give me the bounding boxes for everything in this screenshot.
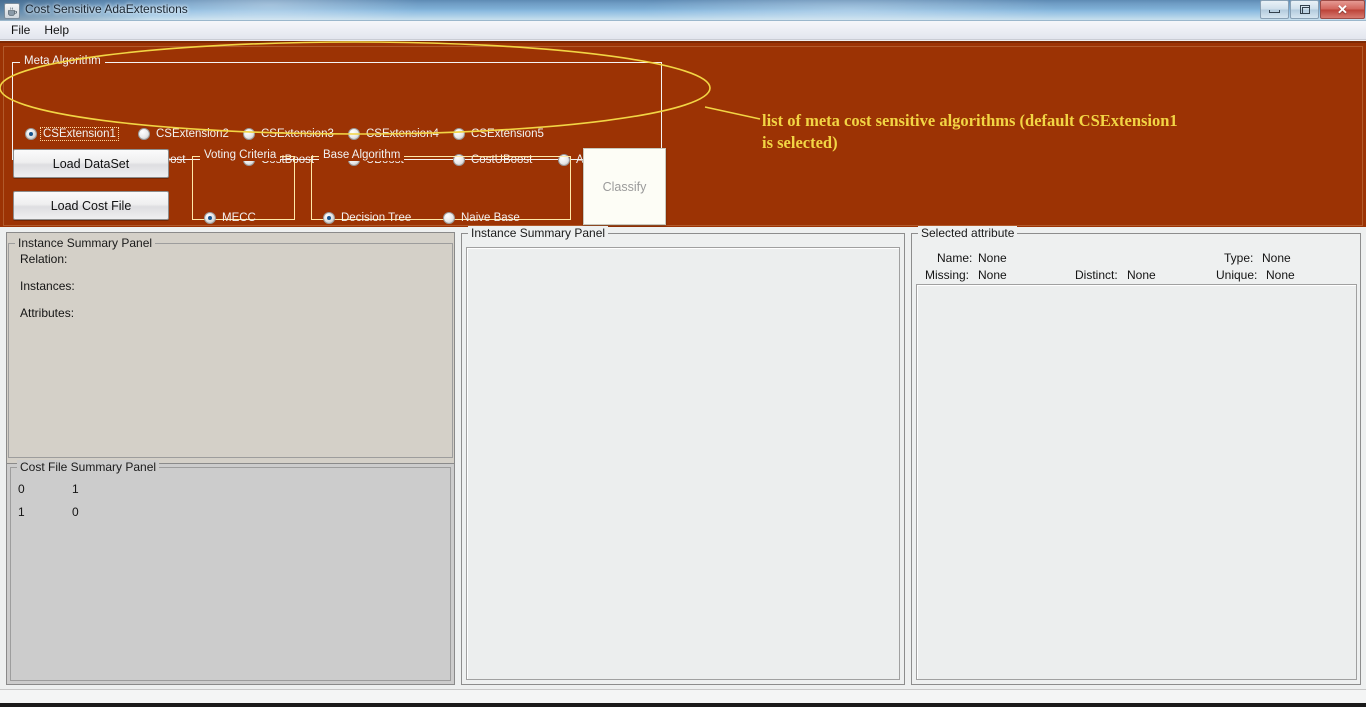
- restore-button[interactable]: [1290, 0, 1319, 19]
- menu-item-help[interactable]: Help: [37, 22, 76, 38]
- radio-dot-icon: [348, 128, 360, 140]
- attr-unique-label: Unique:: [1216, 268, 1258, 282]
- selected-attribute-content-area[interactable]: [916, 284, 1357, 680]
- radio-label: Naive Base: [461, 212, 520, 224]
- window-controls: ✕: [1259, 0, 1365, 19]
- cost-matrix-cell-0-1: 1: [72, 482, 79, 496]
- load-dataset-button[interactable]: Load DataSet: [13, 149, 169, 178]
- selected-attribute-group-title: Selected attribute: [918, 226, 1018, 240]
- window-title: Cost Sensitive AdaExtenstions: [25, 2, 188, 16]
- attr-name-label: Name:: [937, 251, 973, 265]
- radio-dot-icon: [323, 212, 335, 224]
- classify-button[interactable]: Classify: [583, 148, 666, 225]
- radio-decision-tree[interactable]: Decision Tree: [323, 212, 411, 224]
- radio-dot-icon: [25, 128, 37, 140]
- instances-label: Instances:: [20, 279, 75, 293]
- application-window: Cost Sensitive AdaExtenstions ✕ File Hel…: [0, 0, 1366, 707]
- attr-name-value: None: [978, 251, 1007, 265]
- cost-file-summary-group: Cost File Summary Panel: [10, 460, 451, 681]
- meta-algorithm-group-title: Meta Algorithm: [20, 55, 105, 67]
- radio-label: CSExtension1: [40, 127, 119, 141]
- attr-missing-label: Missing:: [925, 268, 970, 282]
- load-cost-file-button[interactable]: Load Cost File: [13, 191, 169, 220]
- radio-csextension1[interactable]: CSExtension1: [25, 127, 130, 141]
- lower-area: Instance Summary Panel Relation: Instanc…: [0, 226, 1366, 707]
- radio-naive-base[interactable]: Naive Base: [443, 212, 520, 224]
- radio-csextension3[interactable]: CSExtension3: [243, 128, 348, 140]
- meta-algorithm-group: Meta Algorithm: [12, 55, 662, 160]
- radio-dot-icon: [453, 128, 465, 140]
- titlebar-glow-right: [640, 0, 1060, 20]
- radio-csextension5[interactable]: CSExtension5: [453, 128, 558, 140]
- annotation-text: list of meta cost sensitive algorithms (…: [762, 111, 1178, 152]
- attr-type-value: None: [1262, 251, 1291, 265]
- radio-dot-icon: [443, 212, 455, 224]
- attributes-label: Attributes:: [20, 306, 75, 320]
- base-algorithm-group: Base Algorithm: [311, 149, 571, 220]
- instance-summary-group-title: Instance Summary Panel: [15, 236, 156, 250]
- radio-label: CSExtension2: [156, 128, 229, 140]
- cost-matrix-cell-0-0: 0: [18, 482, 25, 496]
- radio-label: CSExtension4: [366, 128, 439, 140]
- middle-content-area[interactable]: [466, 247, 900, 680]
- radio-mecc[interactable]: MECC: [204, 212, 256, 224]
- radio-label: MECC: [222, 212, 256, 224]
- instance-summary-group: Instance Summary Panel: [8, 236, 453, 458]
- cost-matrix-cell-1-1: 0: [72, 505, 79, 519]
- minimize-icon: [1269, 10, 1280, 13]
- radio-csextension2[interactable]: CSExtension2: [138, 128, 243, 140]
- minimize-button[interactable]: [1260, 0, 1289, 19]
- radio-dot-icon: [243, 128, 255, 140]
- attr-distinct-value: None: [1127, 268, 1156, 282]
- cost-matrix-cell-1-0: 1: [18, 505, 25, 519]
- restore-icon: [1299, 5, 1310, 14]
- menu-bar: File Help: [0, 21, 1366, 40]
- voting-criteria-group-title: Voting Criteria: [200, 149, 281, 161]
- radio-label: Decision Tree: [341, 212, 412, 224]
- relation-label: Relation:: [20, 252, 68, 266]
- base-algorithm-group-title: Base Algorithm: [319, 149, 405, 161]
- radio-label: CSExtension3: [261, 128, 334, 140]
- attr-unique-value: None: [1266, 268, 1295, 282]
- radio-dot-icon: [204, 212, 216, 224]
- cost-file-summary-group-title: Cost File Summary Panel: [17, 460, 160, 474]
- meta-algorithm-row-1: CSExtension1 CSExtension2 CSExtension3 C…: [25, 127, 558, 141]
- radio-csextension4[interactable]: CSExtension4: [348, 128, 453, 140]
- menu-item-file[interactable]: File: [4, 22, 37, 38]
- attr-type-label: Type:: [1224, 251, 1254, 265]
- attr-missing-value: None: [978, 268, 1007, 282]
- bottom-rule: [0, 703, 1366, 707]
- radio-dot-icon: [138, 128, 150, 140]
- title-bar: Cost Sensitive AdaExtenstions ✕: [0, 0, 1366, 21]
- java-coffee-cup-icon: [4, 3, 20, 19]
- middle-instance-summary-group-title: Instance Summary Panel: [468, 226, 609, 240]
- attr-distinct-label: Distinct:: [1075, 268, 1118, 282]
- close-button[interactable]: ✕: [1320, 0, 1365, 19]
- radio-label: CSExtension5: [471, 128, 544, 140]
- close-icon: ✕: [1337, 2, 1348, 17]
- voting-criteria-group: Voting Criteria: [192, 149, 295, 220]
